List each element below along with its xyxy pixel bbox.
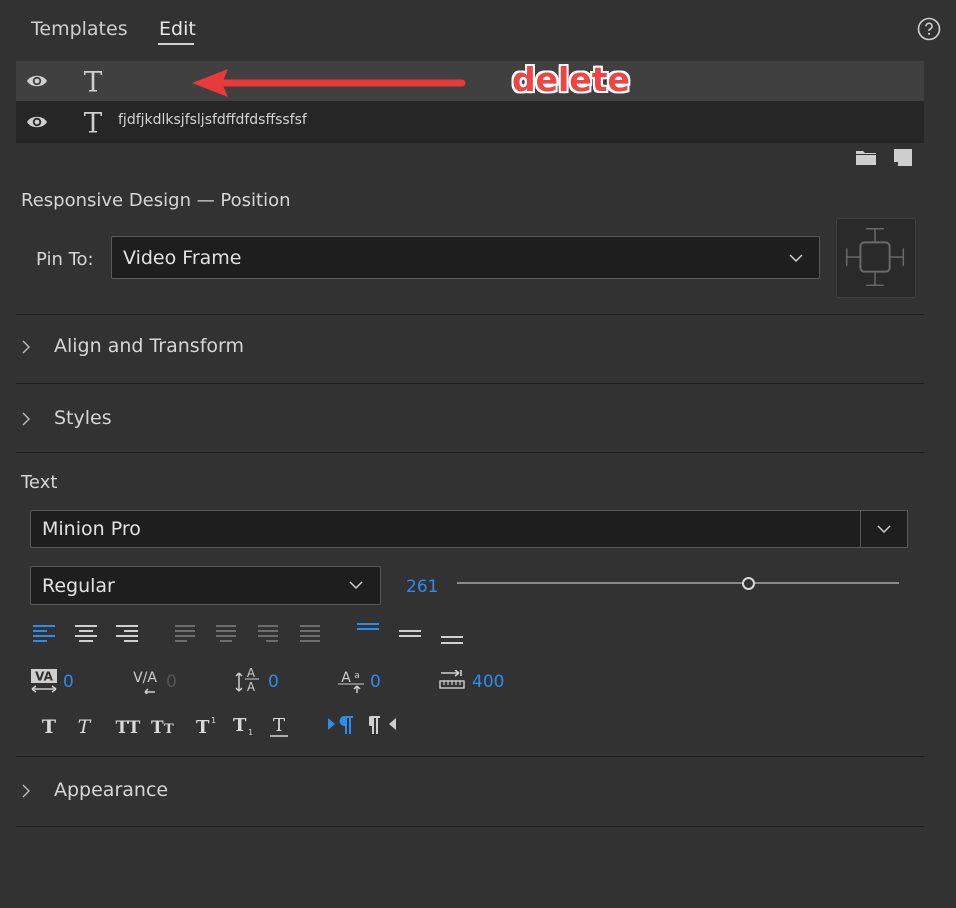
small-caps-icon[interactable]: T T [149, 715, 179, 737]
eye-icon[interactable] [26, 72, 48, 90]
svg-text:T: T [78, 716, 92, 737]
svg-text:A: A [247, 680, 256, 694]
pin-to-select[interactable]: Video Frame [111, 236, 820, 279]
folder-icon[interactable] [856, 150, 876, 165]
svg-text:a: a [354, 671, 360, 681]
font-family-value: Minion Pro [42, 518, 141, 540]
divider [16, 314, 924, 315]
align-left-icon[interactable] [32, 624, 56, 644]
svg-text:T: T [42, 716, 56, 737]
justify-left-icon[interactable] [174, 624, 196, 644]
tracking-icon: V/A [133, 670, 157, 694]
chevron-down-icon [877, 525, 891, 534]
align-bottom-icon[interactable] [440, 632, 464, 646]
help-icon[interactable] [917, 17, 941, 41]
ltr-paragraph-icon[interactable] [327, 714, 355, 736]
pin-frame-icon [846, 228, 905, 287]
svg-text:A: A [247, 666, 256, 680]
divider [16, 756, 924, 757]
svg-text:T: T [164, 722, 174, 737]
svg-text:T: T [151, 718, 164, 737]
annotation-arrow [192, 69, 466, 97]
pin-to-label: Pin To: [36, 249, 94, 270]
tab-width-icon [439, 670, 465, 689]
font-size-slider-track[interactable] [457, 582, 899, 584]
text-layer-icon [84, 71, 102, 92]
justify-center-icon[interactable] [215, 624, 237, 644]
superscript-icon[interactable]: T 1 [194, 712, 220, 736]
tab-width-value[interactable]: 400 [472, 672, 504, 692]
font-family-select[interactable]: Minion Pro [30, 510, 861, 548]
chevron-down-icon [349, 581, 363, 590]
svg-text:1: 1 [211, 716, 216, 725]
new-layer-icon[interactable] [894, 149, 912, 166]
svg-text:T: T [273, 715, 285, 736]
subscript-icon[interactable]: T 1 [231, 712, 257, 738]
svg-text:T: T [233, 715, 247, 736]
active-tab-indicator [158, 43, 194, 45]
leading-icon: A A [235, 666, 259, 694]
tracking-value[interactable]: 0 [166, 672, 177, 692]
eye-icon[interactable] [26, 113, 48, 131]
layer-name: fjdfjkdlksjfsljsfdffdfdsffssfsf [118, 112, 307, 128]
annotation-label: delete [512, 60, 630, 99]
svg-text:1: 1 [248, 728, 253, 737]
font-style-value: Regular [42, 574, 115, 597]
faux-bold-icon[interactable]: T [38, 715, 60, 737]
divider [16, 383, 924, 384]
faux-italic-icon[interactable]: T [73, 715, 95, 737]
leading-value[interactable]: 0 [268, 672, 279, 692]
font-family-dropdown-button[interactable] [860, 510, 908, 548]
responsive-design-heading: Responsive Design — Position [21, 190, 291, 211]
tab-templates[interactable]: Templates [31, 18, 128, 40]
layer-row[interactable]: fjdfjkdlksjfsljsfdffdfdsffssfsf [16, 102, 924, 142]
pin-to-value: Video Frame [123, 246, 242, 269]
svg-text:V/A: V/A [133, 670, 157, 686]
styles-label: Styles [54, 407, 112, 429]
text-layer-icon [84, 112, 102, 133]
align-top-icon[interactable] [356, 622, 380, 636]
kerning-icon: VA [31, 669, 57, 693]
baseline-shift-icon: A a [338, 670, 364, 693]
align-center-icon[interactable] [74, 624, 98, 644]
text-heading: Text [21, 472, 58, 493]
align-middle-icon[interactable] [398, 628, 422, 642]
underline-icon[interactable]: T [268, 713, 290, 739]
align-transform-label: Align and Transform [54, 335, 244, 357]
layers-list: fjdfjkdlksjfsljsfdffdfdsffssfsf [16, 61, 924, 143]
font-size-value[interactable]: 261 [406, 577, 438, 597]
svg-text:T: T [196, 717, 210, 736]
all-caps-icon[interactable]: TT [112, 715, 144, 737]
chevron-down-icon [789, 254, 803, 263]
rtl-paragraph-icon[interactable] [369, 714, 397, 736]
divider [16, 826, 924, 827]
tab-edit[interactable]: Edit [159, 18, 196, 40]
appearance-label: Appearance [54, 779, 169, 801]
justify-right-icon[interactable] [257, 624, 279, 644]
font-size-slider-handle[interactable] [742, 577, 756, 590]
layer-row[interactable] [16, 61, 924, 101]
divider [16, 452, 924, 453]
justify-all-icon[interactable] [299, 624, 321, 644]
kerning-value[interactable]: 0 [63, 672, 74, 692]
baseline-shift-value[interactable]: 0 [370, 672, 381, 692]
chevron-right-icon [22, 340, 30, 354]
chevron-right-icon [22, 412, 30, 426]
chevron-right-icon [22, 784, 30, 798]
svg-text:VA: VA [35, 670, 53, 684]
align-right-icon[interactable] [115, 624, 139, 644]
font-style-select[interactable]: Regular [30, 566, 381, 605]
svg-text:TT: TT [116, 718, 141, 737]
pin-position-widget[interactable] [836, 218, 916, 298]
